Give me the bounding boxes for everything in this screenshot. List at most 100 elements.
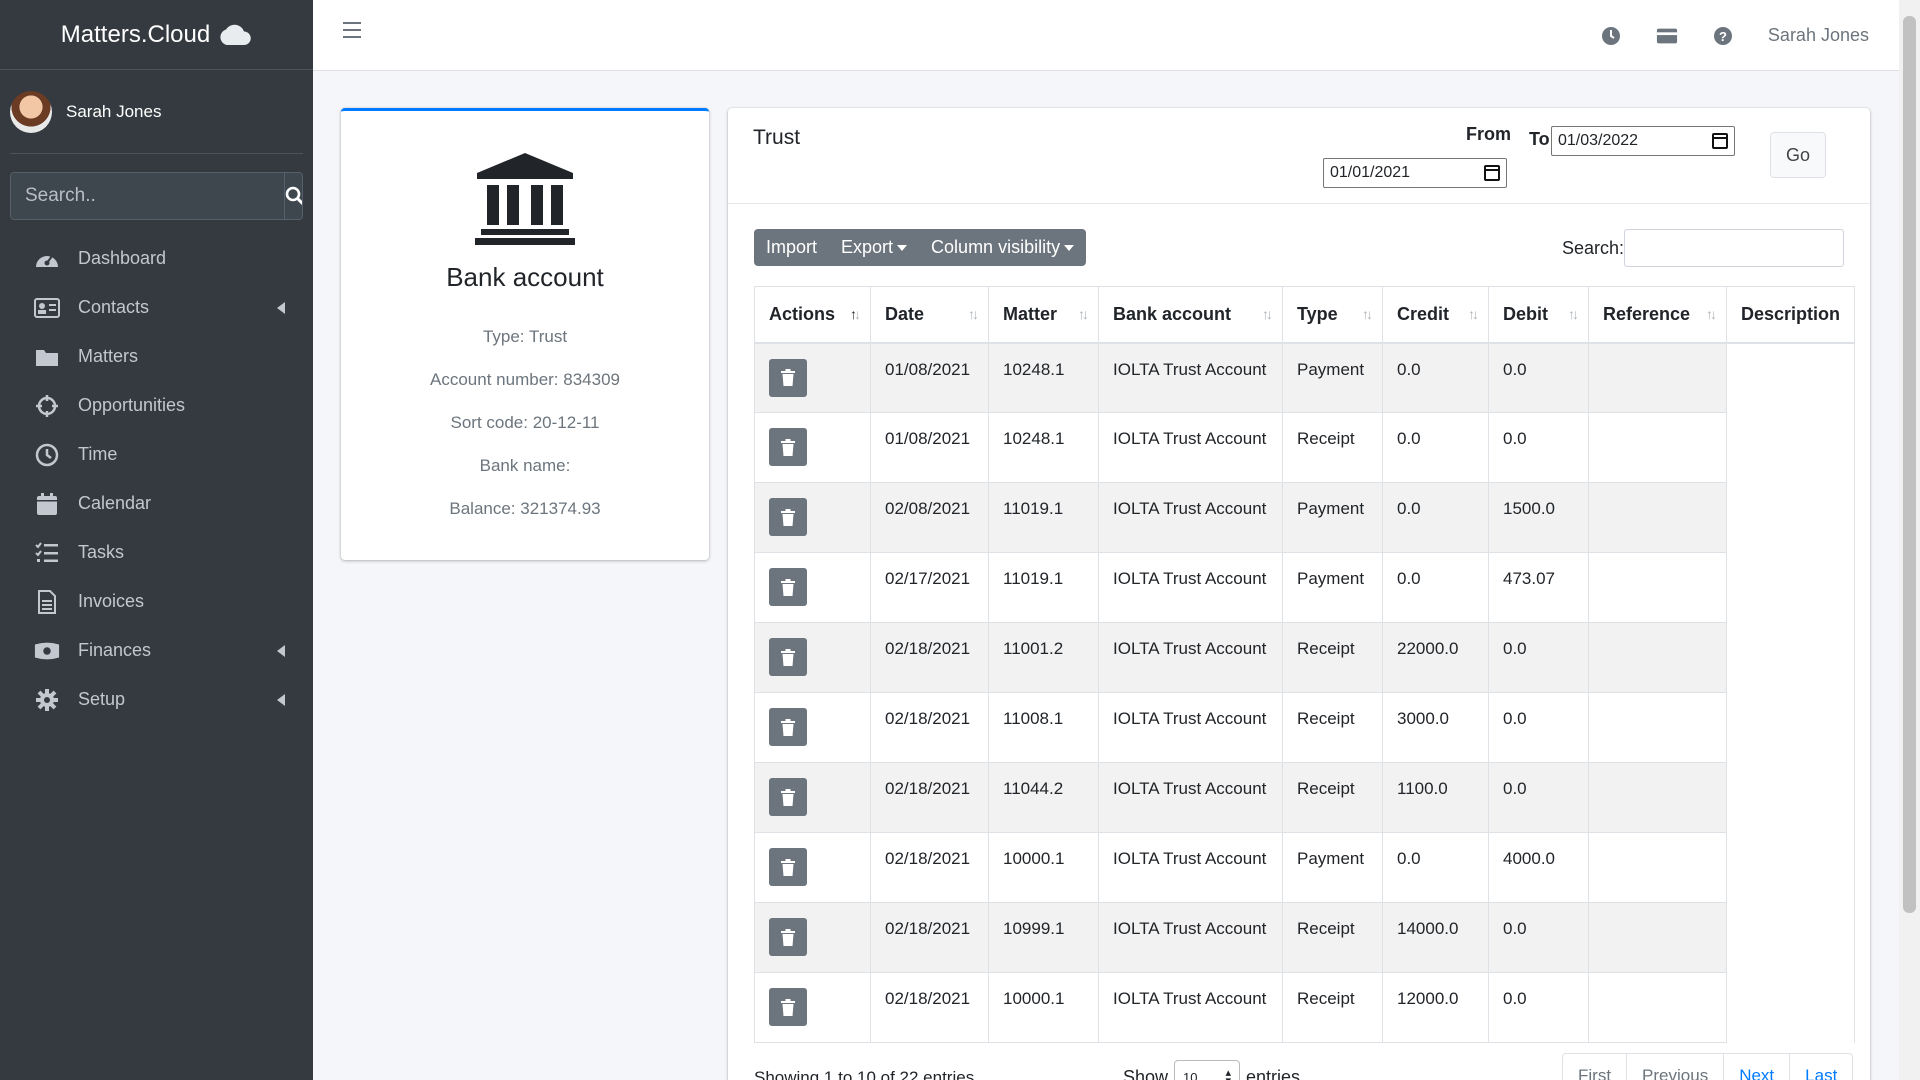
column-header-reference[interactable]: Reference ↑↓ xyxy=(1588,286,1727,344)
cell-bank: IOLTA Trust Account xyxy=(1098,412,1283,483)
delete-button[interactable] xyxy=(769,848,807,886)
cell-reference xyxy=(1588,902,1727,973)
cell-matter: 10999.1 xyxy=(988,902,1099,973)
help-icon[interactable]: ? xyxy=(1712,25,1734,47)
cell-description xyxy=(1725,482,1856,553)
cell-reference xyxy=(1588,482,1727,553)
cell-credit: 0.0 xyxy=(1382,552,1489,623)
delete-button[interactable] xyxy=(769,778,807,816)
cell-bank: IOLTA Trust Account xyxy=(1098,622,1283,693)
cell-reference xyxy=(1588,762,1727,833)
cell-credit: 22000.0 xyxy=(1382,622,1489,693)
sidebar-item-calendar[interactable]: Calendar xyxy=(0,479,313,528)
actions-cell xyxy=(754,972,871,1043)
sidebar-item-label: Contacts xyxy=(78,297,150,317)
sidebar-search-input[interactable] xyxy=(11,173,284,219)
calendar-icon[interactable] xyxy=(1484,165,1500,181)
topbar-user-name[interactable]: Sarah Jones xyxy=(1768,25,1869,46)
column-header-description[interactable]: Description xyxy=(1725,286,1856,344)
calendar-icon xyxy=(37,492,57,515)
pagination-last[interactable]: Last xyxy=(1790,1054,1852,1080)
cell-description xyxy=(1725,832,1856,903)
cell-matter: 11019.1 xyxy=(988,552,1099,623)
column-header-label: Actions xyxy=(769,303,836,324)
page-length: Show 10 ▴▾ entries xyxy=(1123,1060,1300,1080)
column-header-label: Date xyxy=(885,303,925,324)
bank-account-card: Bank account Type: Trust Account number:… xyxy=(341,108,709,560)
cell-description xyxy=(1725,412,1856,483)
table-info: Showing 1 to 10 of 22 entries xyxy=(754,1068,975,1080)
cell-description xyxy=(1725,622,1856,693)
delete-button[interactable] xyxy=(769,568,807,606)
page-length-select[interactable]: 10 ▴▾ xyxy=(1174,1060,1241,1080)
sidebar-item-label: Time xyxy=(78,444,118,464)
pagination-first[interactable]: First xyxy=(1563,1054,1628,1080)
delete-button[interactable] xyxy=(769,358,807,397)
column-header-credit[interactable]: Credit ↑↓ xyxy=(1382,286,1489,344)
sidebar-item-finances[interactable]: Finances xyxy=(0,626,313,675)
column-header-actions[interactable]: Actions ↑↓ xyxy=(754,286,871,344)
cell-reference xyxy=(1588,552,1727,623)
delete-button[interactable] xyxy=(769,638,807,676)
go-button[interactable]: Go xyxy=(1770,132,1826,178)
cell-matter: 11008.1 xyxy=(988,692,1099,763)
cell-date: 02/08/2021 xyxy=(870,482,989,553)
cell-matter: 10000.1 xyxy=(988,832,1099,903)
tachometer-icon xyxy=(36,254,58,267)
brand-logo[interactable]: Matters.Cloud xyxy=(0,0,313,70)
sidebar-item-contacts[interactable]: Contacts xyxy=(0,283,313,332)
cell-matter: 10000.1 xyxy=(988,972,1099,1043)
cell-debit: 0.0 xyxy=(1488,342,1589,413)
sidebar-item-label: Invoices xyxy=(78,591,145,611)
actions-cell xyxy=(754,482,871,553)
scrollbar-thumb[interactable] xyxy=(1903,16,1916,913)
table-search-input[interactable] xyxy=(1624,229,1844,267)
pagination-next[interactable]: Next xyxy=(1724,1054,1791,1080)
column-visibility-button[interactable]: Column visibility xyxy=(919,229,1086,266)
clock-icon[interactable] xyxy=(1600,25,1622,47)
account-number: Account number: 834309 xyxy=(430,370,620,389)
column-header-type[interactable]: Type ↑↓ xyxy=(1282,286,1383,344)
sidebar-item-matters[interactable]: Matters xyxy=(0,332,313,381)
select-arrows-icon: ▴▾ xyxy=(1225,1067,1232,1080)
user-panel[interactable]: Sarah Jones xyxy=(10,70,303,154)
cell-debit: 0.0 xyxy=(1488,902,1589,973)
pagination: First Previous Next Last xyxy=(1562,1053,1854,1080)
sidebar-item-setup[interactable]: Setup xyxy=(0,675,313,724)
sidebar-item-label: Calendar xyxy=(78,493,152,513)
sidebar-item-tasks[interactable]: Tasks xyxy=(0,528,313,577)
delete-button[interactable] xyxy=(769,918,807,956)
cell-reference xyxy=(1588,832,1727,903)
calendar-icon[interactable] xyxy=(1712,133,1728,149)
delete-button[interactable] xyxy=(769,428,807,466)
from-date-input[interactable]: 01/01/2021 xyxy=(1323,158,1507,188)
sidebar-search-button[interactable] xyxy=(284,173,302,219)
page-scrollbar[interactable] xyxy=(1899,0,1920,1080)
column-header-date[interactable]: Date ↑↓ xyxy=(870,286,989,344)
cell-credit: 0.0 xyxy=(1382,482,1489,553)
cell-matter: 11044.2 xyxy=(988,762,1099,833)
delete-button[interactable] xyxy=(769,708,807,746)
column-header-debit[interactable]: Debit ↑↓ xyxy=(1488,286,1589,344)
cell-bank: IOLTA Trust Account xyxy=(1098,832,1283,903)
cell-debit: 0.0 xyxy=(1488,762,1589,833)
export-button[interactable]: Export xyxy=(829,229,919,266)
sidebar-item-dashboard[interactable]: Dashboard xyxy=(0,234,313,283)
import-button[interactable]: Import xyxy=(754,229,829,266)
cell-type: Payment xyxy=(1282,552,1383,623)
to-date-input[interactable]: 01/03/2022 xyxy=(1551,126,1735,156)
sidebar-item-opportunities[interactable]: Opportunities xyxy=(0,381,313,430)
actions-cell xyxy=(754,552,871,623)
delete-button[interactable] xyxy=(769,988,807,1026)
column-header-bank-account[interactable]: Bank account ↑↓ xyxy=(1098,286,1283,344)
table-row: 02/18/2021 11044.2 IOLTA Trust Account Rece… xyxy=(754,762,1856,833)
sidebar-item-time[interactable]: Time xyxy=(0,430,313,479)
delete-button[interactable] xyxy=(769,498,807,536)
column-header-matter[interactable]: Matter ↑↓ xyxy=(988,286,1099,344)
cell-date: 02/17/2021 xyxy=(870,552,989,623)
credit-card-icon[interactable] xyxy=(1656,25,1678,47)
sidebar-item-invoices[interactable]: Invoices xyxy=(0,577,313,626)
menu-toggle-icon[interactable] xyxy=(343,22,361,38)
pagination-previous[interactable]: Previous xyxy=(1627,1054,1725,1080)
cell-date: 02/18/2021 xyxy=(870,692,989,763)
